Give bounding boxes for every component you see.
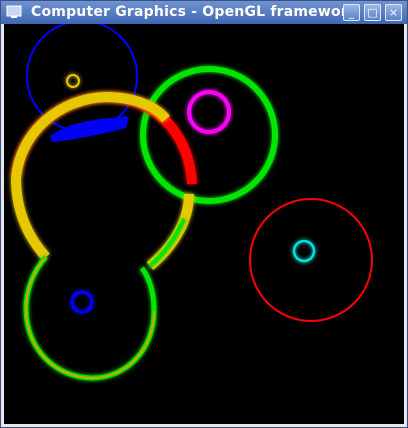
scene-svg — [4, 24, 404, 424]
window-icon — [6, 5, 22, 18]
window-title: Computer Graphics - OpenGL framework — [31, 4, 358, 20]
maximize-button[interactable]: □ — [364, 4, 381, 21]
opengl-canvas[interactable] — [4, 24, 404, 424]
maximize-icon: □ — [367, 6, 378, 19]
scene-background — [4, 24, 404, 424]
minimize-button[interactable]: _ — [343, 4, 360, 21]
minimize-icon: _ — [348, 6, 355, 19]
close-button[interactable]: × — [385, 4, 402, 21]
close-icon: × — [388, 6, 399, 19]
title-bar[interactable]: Computer Graphics - OpenGL framework _ □… — [1, 1, 407, 24]
application-window: Computer Graphics - OpenGL framework _ □… — [0, 0, 408, 428]
